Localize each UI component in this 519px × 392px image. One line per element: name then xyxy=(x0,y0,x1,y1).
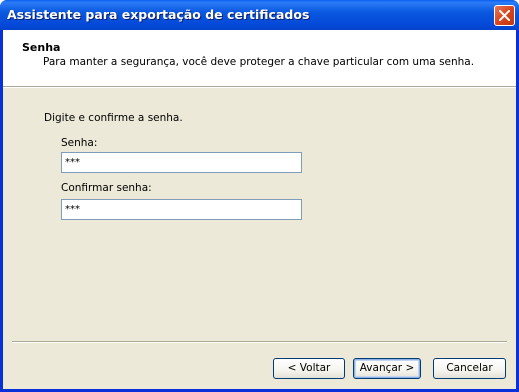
wizard-window: Assistente para exportação de certificad… xyxy=(0,0,519,392)
password-field[interactable] xyxy=(61,152,302,173)
close-button[interactable] xyxy=(494,5,515,26)
next-button[interactable]: Avançar > xyxy=(353,358,421,379)
dialog-body: Senha Para manter a segurança, você deve… xyxy=(3,30,516,389)
cancel-button[interactable]: Cancelar xyxy=(433,358,506,379)
instruction-text: Digite e confirme a senha. xyxy=(44,112,183,124)
password-label: Senha: xyxy=(61,137,98,149)
back-button[interactable]: < Voltar xyxy=(273,358,345,379)
window-title: Assistente para exportação de certificad… xyxy=(7,7,310,22)
header-divider xyxy=(3,86,516,88)
confirm-password-label: Confirmar senha: xyxy=(61,182,152,194)
close-icon xyxy=(499,10,510,21)
footer-divider xyxy=(12,341,507,343)
confirm-password-field[interactable] xyxy=(61,199,302,220)
title-bar[interactable]: Assistente para exportação de certificad… xyxy=(0,0,519,30)
page-title: Senha xyxy=(22,41,61,54)
wizard-header: Senha Para manter a segurança, você deve… xyxy=(3,30,516,86)
page-subtitle: Para manter a segurança, você deve prote… xyxy=(43,56,475,68)
